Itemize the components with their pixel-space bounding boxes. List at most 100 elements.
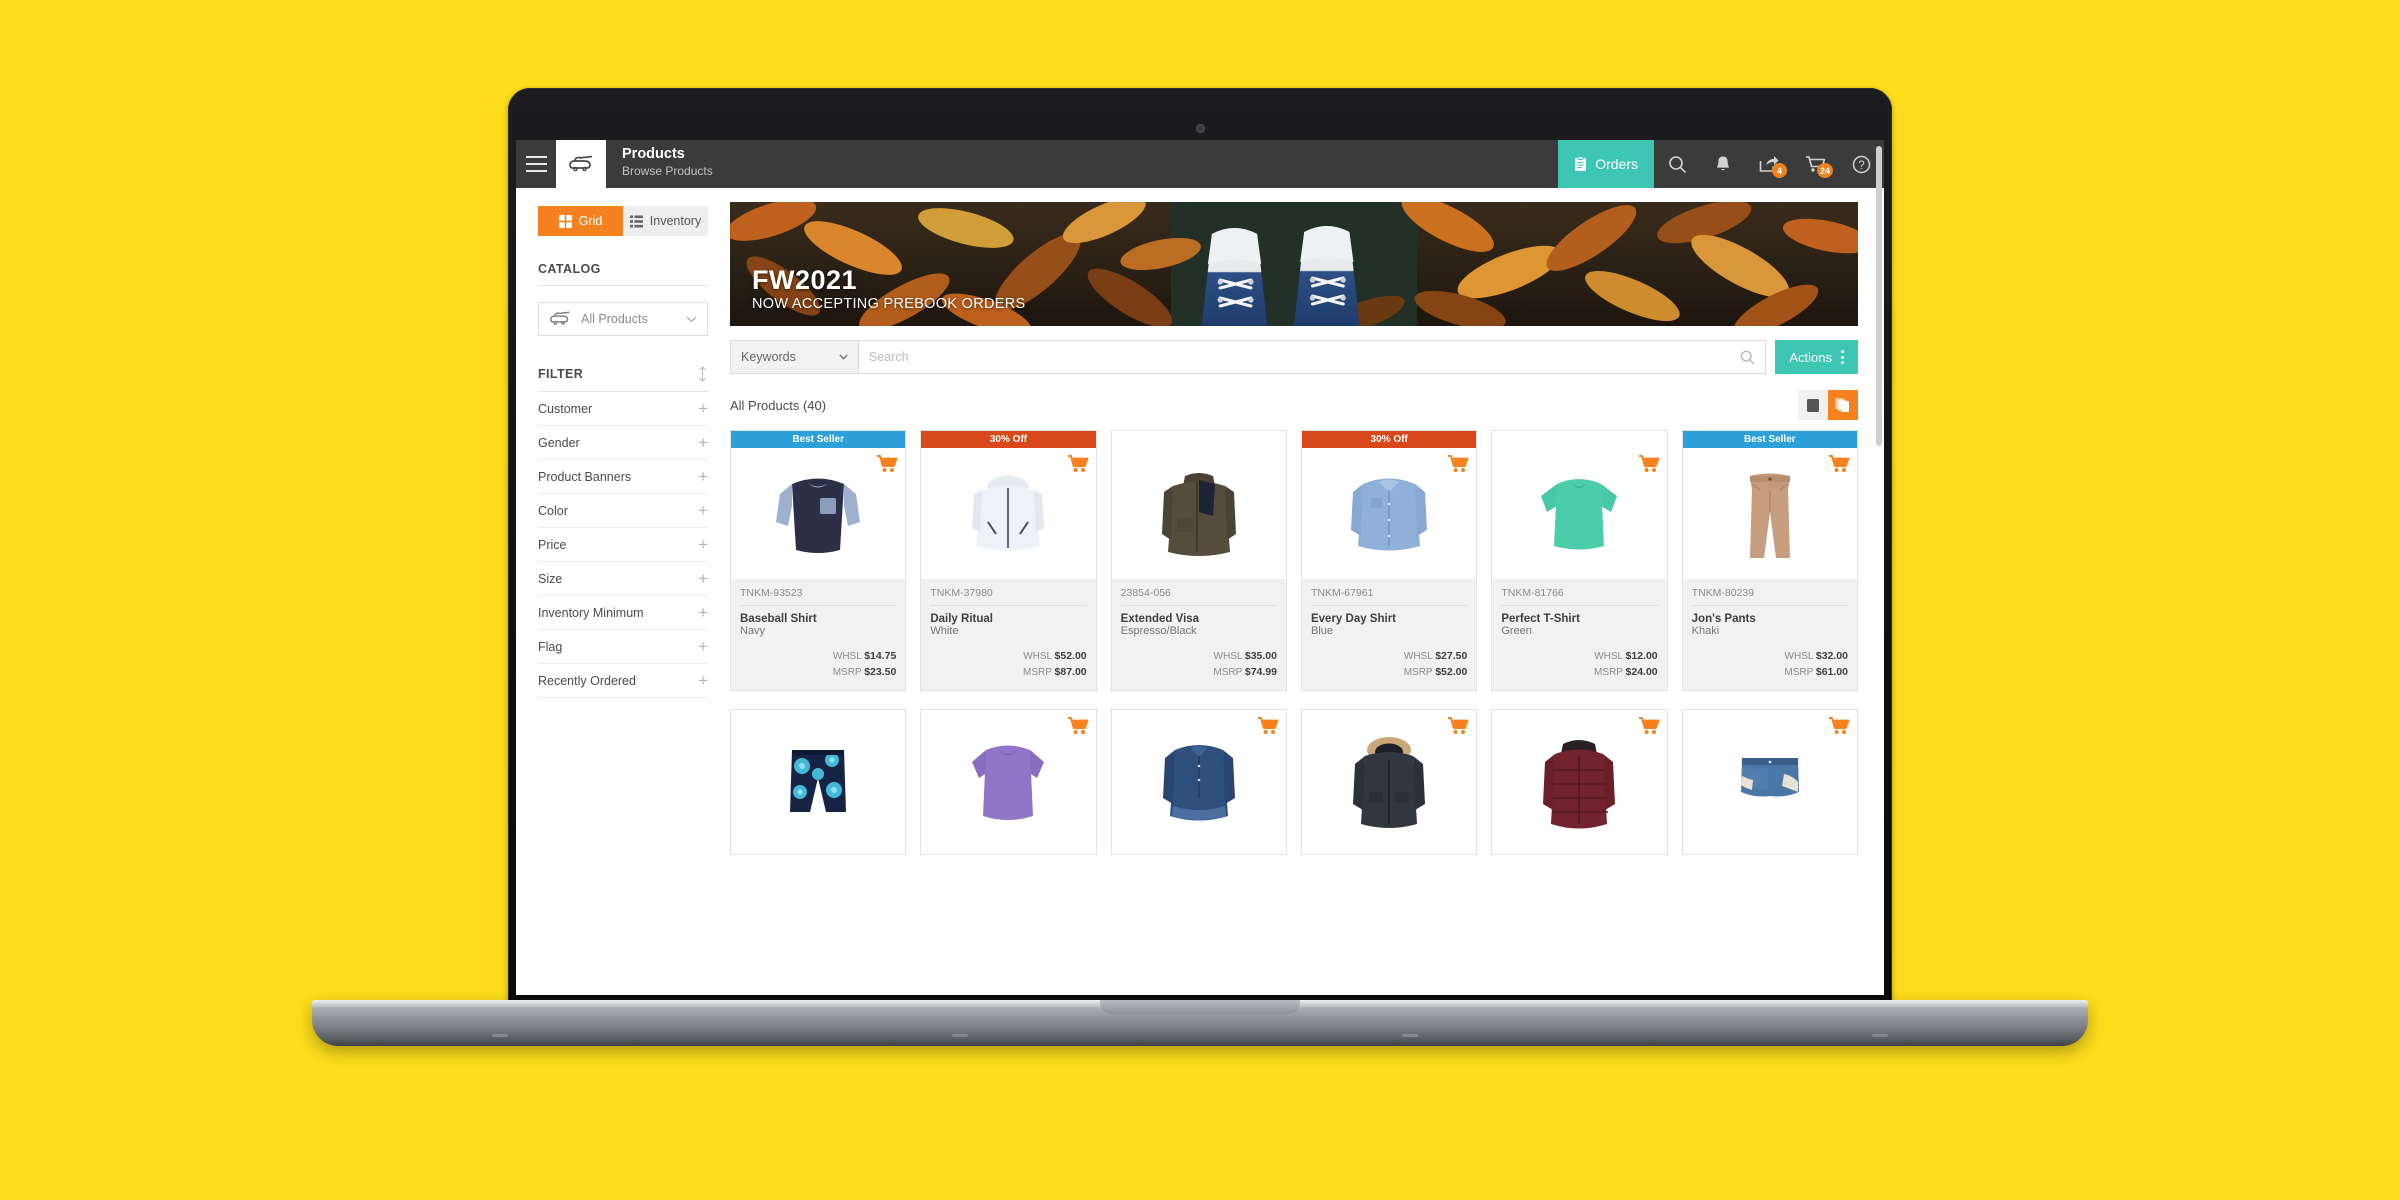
product-wholesale-price: WHSL $35.00 [1213,650,1277,662]
results-bar: All Products (40) [730,390,1858,420]
product-card[interactable] [730,708,907,855]
product-card[interactable]: Best Seller TNKM-93523 Baseball Shirt Navy W… [730,430,907,691]
card-view-button[interactable] [1828,390,1858,420]
filter-row[interactable]: Inventory Minimum + [538,596,708,630]
product-card[interactable] [1681,708,1858,855]
plus-icon[interactable]: + [698,638,708,655]
product-name: Baseball Shirt [740,613,817,625]
catalog-select[interactable]: All Products [538,302,708,336]
plus-icon[interactable]: + [698,400,708,417]
product-wholesale-price: WHSL $52.00 [1023,650,1087,662]
add-to-cart-button[interactable] [1067,454,1089,473]
product-prices: WHSL $14.75 MSRP $23.50 [740,649,897,681]
product-prices: WHSL $52.00 MSRP $87.00 [930,649,1087,681]
share-badge: 4 [1772,163,1787,178]
cart-icon[interactable]: 24 [1792,140,1838,188]
product-name: Perfect T-Shirt [1501,613,1580,625]
plus-icon[interactable]: + [698,672,708,689]
plus-icon[interactable]: + [698,502,708,519]
product-card[interactable]: 23854-056 Extended Visa Espresso/Black WHSL… [1110,430,1287,691]
plus-icon[interactable]: + [698,536,708,553]
sort-updown-icon[interactable] [697,366,708,382]
add-to-cart-button[interactable] [1257,716,1279,735]
laptop-scene: MacBook Products Browse Products [0,0,2400,1200]
single-view-button[interactable] [1798,390,1828,420]
brand-logo-icon[interactable] [556,140,606,188]
bell-icon[interactable] [1700,140,1746,188]
product-name: Extended Visa [1120,613,1200,625]
product-card[interactable]: 30% Off TNKM-37980 Daily Ritual White WHSL $… [920,430,1097,691]
product-meta: 23854-056 Extended Visa Espresso/Black WHSL… [1111,579,1286,690]
filter-row[interactable]: Size + [538,562,708,596]
filter-row[interactable]: Gender + [538,426,708,460]
vertical-scrollbar[interactable] [1876,146,1882,446]
product-wholesale-price: WHSL $32.00 [1784,650,1848,662]
vertical-dots-icon [1841,350,1844,364]
product-image [1143,728,1255,836]
catalog-section-header: CATALOG [538,262,708,286]
orders-button[interactable]: Orders [1558,140,1654,188]
filter-row[interactable]: Price + [538,528,708,562]
product-image [1682,448,1857,579]
add-to-cart-button[interactable] [1638,716,1660,735]
filter-row[interactable]: Product Banners + [538,460,708,494]
svg-text:?: ? [1858,160,1864,172]
filter-row[interactable]: Recently Ordered + [538,664,708,698]
product-card[interactable]: Best Seller TNKM-80239 Jon's Pants Khaki WHS… [1681,430,1858,691]
promo-banner[interactable]: FW2021 NOW ACCEPTING PREBOOK ORDERS [730,202,1858,326]
layout-toggle-group [1798,390,1858,420]
filter-section-header: FILTER [538,366,708,392]
product-card[interactable] [1300,708,1478,855]
add-to-cart-button[interactable] [1447,454,1469,473]
filter-row[interactable]: Color + [538,494,708,528]
hamburger-icon[interactable] [516,140,556,188]
results-count: All Products (40) [730,397,827,413]
search-input[interactable] [869,350,1741,364]
banner-subtitle: NOW ACCEPTING PREBOOK ORDERS [752,296,1026,312]
plus-icon[interactable]: + [698,570,708,587]
product-meta: TNKM-37980 Daily Ritual White WHSL $52.00 MS… [921,579,1096,690]
share-icon[interactable]: 4 [1746,140,1792,188]
view-toggle-inventory[interactable]: Inventory [623,206,708,236]
product-msrp-price: MSRP $23.50 [832,665,897,678]
product-wholesale-price: WHSL $14.75 [832,650,897,662]
add-to-cart-button[interactable] [1828,716,1850,735]
add-to-cart-button[interactable] [1067,716,1089,735]
actions-button[interactable]: Actions [1775,340,1858,374]
banner-text-block: FW2021 NOW ACCEPTING PREBOOK ORDERS [752,265,1026,312]
product-card[interactable] [1491,708,1668,855]
product-card[interactable]: 30% Off TNKM-67961 Every Day Shirt Blue WHSL… [1300,430,1478,691]
product-badge: 30% Off [1301,431,1477,448]
search-box: Keywords [730,340,1767,374]
laptop-foot [492,1034,508,1037]
add-to-cart-button[interactable] [876,454,898,473]
view-toggle-group: Grid Inventory [538,206,708,236]
search-icon[interactable] [1740,350,1755,365]
plus-icon[interactable]: + [698,434,708,451]
filter-row[interactable]: Customer + [538,392,708,426]
search-scope-select[interactable]: Keywords [731,341,859,373]
plus-icon[interactable]: + [698,604,708,621]
search-icon[interactable] [1654,140,1700,188]
product-meta: TNKM-80239 Jon's Pants Khaki WHSL $32.00 MSR… [1682,579,1857,690]
product-card[interactable]: TNKM-81766 Perfect T-Shirt Green WHSL $12.0… [1491,430,1668,691]
view-toggle-grid[interactable]: Grid [538,206,623,236]
actions-button-label: Actions [1789,349,1832,365]
product-card[interactable] [1110,708,1287,855]
page-subtitle: Browse Products [622,164,713,179]
product-meta: TNKM-67961 Every Day Shirt Blue WHSL $27.50… [1301,579,1477,690]
product-card[interactable] [920,708,1097,855]
filter-row[interactable]: Flag + [538,630,708,664]
plus-icon[interactable]: + [698,468,708,485]
product-color: Blue [1310,625,1334,637]
list-icon [629,215,643,228]
product-sku: TNKM-81766 [1501,587,1658,606]
product-prices: WHSL $32.00 MSRP $61.00 [1692,649,1848,681]
product-msrp-price: MSRP $87.00 [1023,665,1087,678]
add-to-cart-button[interactable] [1638,454,1660,473]
catalog-select-value: All Products [581,312,648,326]
product-name: Jon's Pants [1691,613,1756,625]
filter-section: FILTER Customer + Gender + Product Banners + C… [538,366,708,698]
add-to-cart-button[interactable] [1447,716,1469,735]
add-to-cart-button[interactable] [1828,454,1850,473]
